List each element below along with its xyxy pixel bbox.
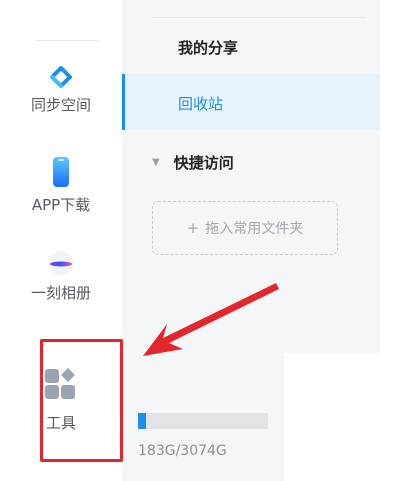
drop-zone-label: 拖入常用文件夹	[205, 221, 304, 237]
highlight-box	[40, 339, 123, 462]
album-icon	[49, 251, 73, 275]
sync-space-icon	[50, 66, 72, 88]
rail-item-label: 同步空间	[30, 96, 91, 114]
rail-item-app-download[interactable]: APP下载	[0, 156, 122, 215]
rail-divider	[36, 40, 98, 41]
plus-icon: +	[186, 219, 200, 237]
quick-access-drop-zone[interactable]: + 拖入常用文件夹	[152, 201, 338, 255]
quick-access-header[interactable]: ▼ 快捷访问	[152, 152, 234, 173]
rail-item-album[interactable]: 一刻相册	[0, 250, 122, 303]
phone-icon	[53, 157, 69, 187]
storage-bar	[138, 413, 268, 429]
panel-divider	[152, 17, 366, 18]
nav-recycle-label: 回收站	[178, 95, 224, 113]
rail-item-sync-space[interactable]: 同步空间	[0, 66, 122, 115]
storage-usage: 183G/3074G	[138, 443, 227, 459]
nav-my-share[interactable]: 我的分享	[178, 37, 238, 58]
storage-bar-fill	[138, 413, 146, 429]
active-indicator	[122, 74, 125, 130]
rail-item-label: APP下载	[31, 196, 91, 214]
quick-access-label: 快捷访问	[173, 154, 234, 172]
content-area	[284, 353, 407, 481]
caret-down-icon: ▼	[152, 157, 160, 168]
rail-item-label: 一刻相册	[30, 284, 91, 302]
nav-recycle-bin[interactable]: 回收站	[122, 74, 380, 130]
